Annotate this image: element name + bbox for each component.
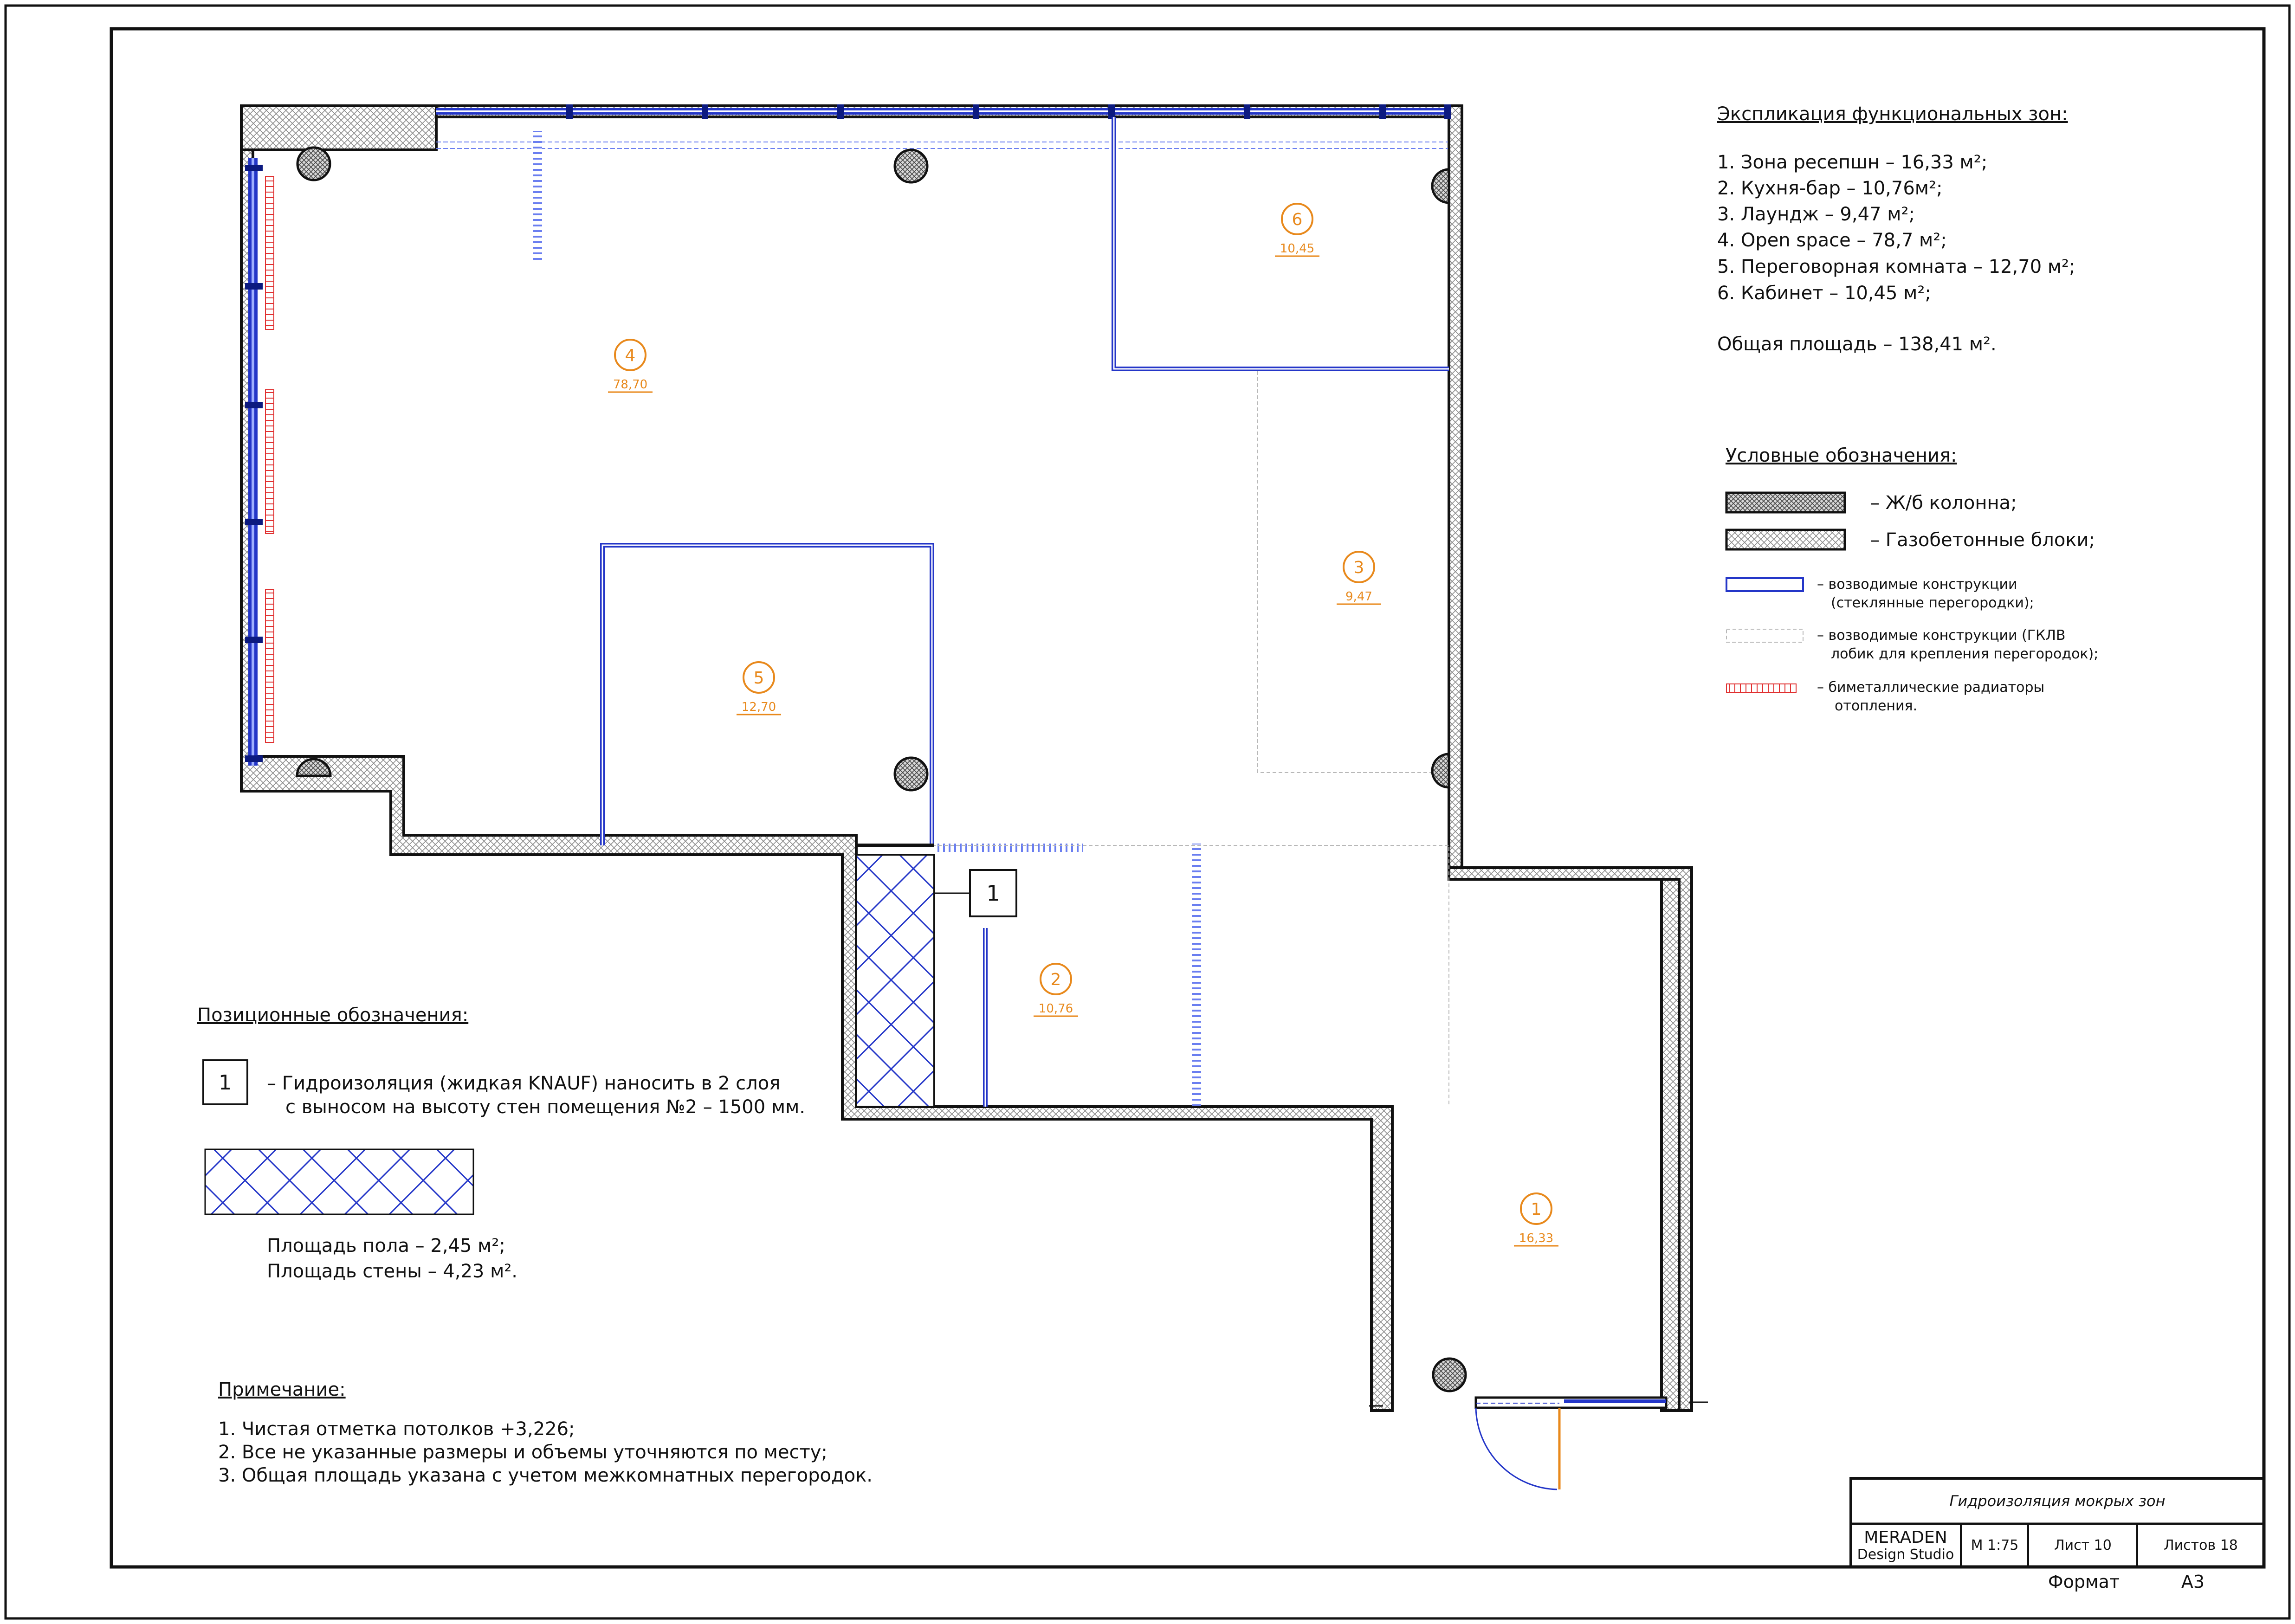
- outer-frame: [4, 4, 2291, 1620]
- total-area: Общая площадь – 138,41 м².: [1717, 334, 1997, 355]
- glass-partitions: [600, 117, 1449, 1107]
- room-tag-5: 512,70: [737, 661, 781, 715]
- room-area: 9,47: [1345, 590, 1372, 604]
- legend-gasblock-swatch: [1725, 528, 1846, 551]
- legend-gklv-line1: – возводимые конструкции (ГКЛВ: [1817, 627, 2066, 644]
- gklv-stub-kitchen-right: [1192, 844, 1201, 1106]
- top-left-block: [240, 104, 438, 151]
- gklv-outlines: [932, 371, 1449, 1107]
- legend-column-swatch: [1725, 491, 1846, 514]
- legend-radiator-label: – биметаллические радиаторы отопления.: [1817, 678, 2044, 715]
- company-name: MERADEN: [1864, 1528, 1947, 1547]
- facade-glazing: [245, 104, 1451, 766]
- explication-item-5: 5. Переговорная комната – 12,70 м²;: [1717, 256, 2075, 277]
- room-area: 78,70: [613, 378, 647, 392]
- room-number: 1: [1531, 1200, 1542, 1219]
- legend-gklv-line2: лобик для крепления перегородок);: [1831, 646, 2099, 662]
- explication-item-4: 4. Open space – 78,7 м²;: [1717, 230, 1947, 251]
- gklv-stub-kitchen: [937, 844, 1083, 852]
- column: [1432, 1357, 1467, 1392]
- positional-title: Позиционные обозначения:: [197, 1005, 469, 1026]
- legend-radiator-swatch: [1726, 683, 1797, 693]
- sheet-count: Листов 18: [2164, 1537, 2238, 1553]
- room-tag-2: 210,76: [1034, 963, 1078, 1017]
- legend-column-label: – Ж/б колонна;: [1870, 492, 2017, 514]
- explication-item-3: 3. Лаундж – 9,47 м²;: [1717, 204, 1915, 225]
- room-number: 3: [1354, 558, 1364, 577]
- positional-marker: 1: [219, 1071, 232, 1095]
- column: [1431, 753, 1450, 789]
- explication-item-1: 1. Зона ресепшн – 16,33 м²;: [1717, 152, 1988, 173]
- legend-title: Условные обозначения:: [1726, 445, 1957, 466]
- legend-gklv-swatch: [1726, 629, 1804, 643]
- waterproofing-swatch: [204, 1148, 474, 1215]
- scale: М 1:75: [1971, 1537, 2019, 1553]
- legend-glass-label: – возводимые конструкции (стеклянные пер…: [1817, 575, 2034, 612]
- room-area: 10,45: [1280, 242, 1314, 256]
- room-area: 16,33: [1519, 1231, 1553, 1245]
- reception-right-wall: [1448, 866, 1693, 1412]
- room-tag-3: 39,47: [1337, 551, 1381, 605]
- column: [296, 146, 331, 181]
- room-number: 2: [1051, 970, 1061, 989]
- room-number: 6: [1292, 210, 1303, 229]
- room-number: 4: [625, 346, 636, 365]
- positional-line1: – Гидроизоляция (жидкая KNAUF) наносить …: [267, 1073, 781, 1094]
- note-item-2: 2. Все не указанные размеры и объемы уто…: [218, 1442, 827, 1463]
- room-area: 12,70: [742, 700, 776, 714]
- waterproofing-zone: [855, 854, 935, 1108]
- explication-title: Экспликация функциональных зон:: [1717, 103, 2068, 125]
- room-tag-1: 116,33: [1514, 1192, 1558, 1247]
- sheet-title: Гидроизоляция мокрых зон: [1950, 1492, 2166, 1510]
- wall-area: Площадь стены – 4,23 м².: [267, 1261, 518, 1282]
- legend-radiator-line1: – биметаллические радиаторы: [1817, 679, 2045, 696]
- explication-item-2: 2. Кухня-бар – 10,76м²;: [1717, 178, 1943, 199]
- floor-area: Площадь пола – 2,45 м²;: [267, 1235, 505, 1257]
- format-value: А3: [2181, 1572, 2204, 1592]
- column: [893, 148, 929, 184]
- column: [893, 756, 929, 792]
- gklv-stub-top: [533, 131, 542, 263]
- legend-glass-swatch: [1726, 577, 1804, 592]
- room-number: 5: [754, 669, 764, 688]
- callout-1: 1: [934, 869, 1017, 917]
- format-label: Формат: [2048, 1572, 2120, 1592]
- callout-number: 1: [986, 881, 1000, 906]
- explication-item-6: 6. Кабинет – 10,45 м²;: [1717, 283, 1931, 304]
- column: [1431, 168, 1450, 204]
- company-subtitle: Design Studio: [1857, 1547, 1954, 1563]
- legend-glass-line2: (стеклянные перегородки);: [1831, 595, 2034, 611]
- legend-gklv-label: – возводимые конструкции (ГКЛВ лобик для…: [1817, 626, 2098, 664]
- radiators: [265, 176, 274, 743]
- room-tag-4: 478,70: [608, 339, 653, 393]
- entrance-door: [1369, 1396, 1708, 1490]
- legend-radiator-line2: отопления.: [1835, 698, 1918, 714]
- notes-title: Примечание:: [218, 1379, 346, 1400]
- positional-line2: с выносом на высоту стен помещения №2 – …: [285, 1096, 805, 1118]
- note-item-1: 1. Чистая отметка потолков +3,226;: [218, 1418, 575, 1440]
- sheet-number: Лист 10: [2054, 1537, 2112, 1553]
- room-tag-6: 610,45: [1275, 203, 1319, 257]
- legend-glass-line1: – возводимые конструкции: [1817, 576, 2017, 593]
- room-area: 10,76: [1039, 1002, 1073, 1016]
- legend-gasblock-label: – Газобетонные блоки;: [1870, 529, 2095, 551]
- note-item-3: 3. Общая площадь указана с учетом межком…: [218, 1465, 873, 1486]
